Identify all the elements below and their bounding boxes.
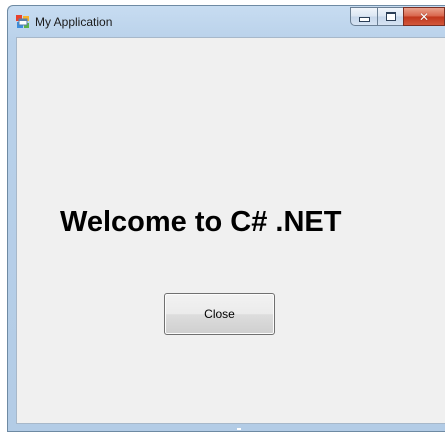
maximize-button[interactable] [377, 7, 403, 26]
window-title: My Application [35, 15, 113, 29]
close-icon: ✕ [418, 9, 430, 24]
form-client-area: Welcome to C# .NET Close [16, 37, 445, 424]
resize-grip[interactable] [237, 428, 241, 430]
close-button[interactable]: Close [164, 293, 275, 335]
application-window: My Application ✕ Welcome to C# .NET Clos… [7, 5, 445, 432]
window-bottom-border[interactable] [8, 424, 445, 431]
caption-buttons: ✕ [350, 7, 445, 27]
minimize-icon [358, 16, 370, 22]
window-close-button[interactable]: ✕ [403, 7, 445, 26]
minimize-button[interactable] [350, 7, 377, 26]
windows-form-icon[interactable] [15, 14, 31, 30]
title-bar[interactable]: My Application ✕ [8, 6, 445, 38]
maximize-icon [385, 12, 396, 21]
welcome-heading: Welcome to C# .NET [60, 206, 342, 238]
